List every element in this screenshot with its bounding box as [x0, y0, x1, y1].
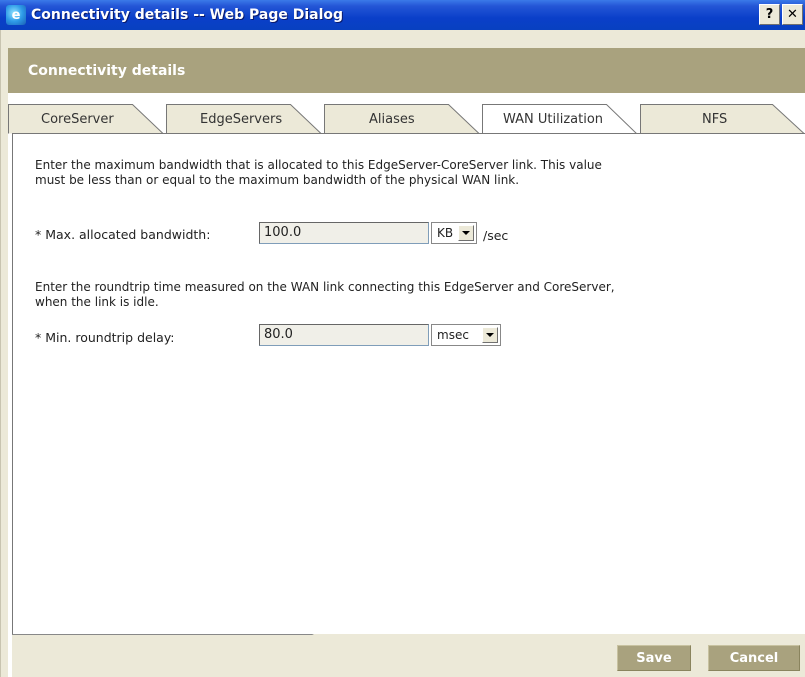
- tab-label: Aliases: [369, 112, 415, 127]
- dialog-header-title: Connectivity details: [28, 62, 186, 79]
- tab-edgeservers[interactable]: EdgeServers: [166, 104, 326, 134]
- bandwidth-input[interactable]: 100.0: [259, 222, 429, 244]
- close-button[interactable]: ✕: [782, 4, 803, 25]
- roundtrip-unit-select[interactable]: msec: [431, 324, 501, 346]
- tab-label: WAN Utilization: [503, 112, 604, 127]
- tab-coreserver[interactable]: CoreServer: [8, 104, 168, 134]
- bandwidth-unit-select[interactable]: KB: [431, 222, 477, 244]
- title-bar: e Connectivity details -- Web Page Dialo…: [0, 0, 805, 30]
- roundtrip-input[interactable]: 80.0: [259, 324, 429, 346]
- bandwidth-label: * Max. allocated bandwidth:: [35, 227, 211, 242]
- tab-aliases[interactable]: Aliases: [324, 104, 484, 134]
- dialog-footer: Save Cancel: [12, 634, 805, 677]
- bandwidth-unit-suffix: /sec: [483, 228, 509, 243]
- tab-wan-utilization[interactable]: WAN Utilization: [482, 104, 652, 134]
- tab-bar: CoreServer EdgeServers Aliases WAN Utili…: [8, 104, 805, 134]
- dialog-header: Connectivity details: [8, 48, 805, 93]
- tab-label: EdgeServers: [200, 112, 283, 127]
- bandwidth-unit-value: KB: [437, 226, 454, 240]
- save-button[interactable]: Save: [617, 645, 691, 671]
- roundtrip-label: * Min. roundtrip delay:: [35, 330, 175, 345]
- roundtrip-unit-value: msec: [437, 328, 469, 342]
- bandwidth-description: Enter the maximum bandwidth that is allo…: [35, 158, 602, 187]
- tab-label: CoreServer: [41, 112, 114, 127]
- chevron-down-icon[interactable]: [458, 225, 474, 241]
- ie-icon: e: [6, 5, 26, 25]
- tab-label: NFS: [702, 112, 728, 127]
- chevron-down-icon[interactable]: [482, 327, 498, 343]
- help-button[interactable]: ?: [759, 4, 780, 25]
- cancel-button[interactable]: Cancel: [708, 645, 800, 671]
- tab-nfs[interactable]: NFS: [640, 104, 805, 134]
- wan-utilization-panel: Enter the maximum bandwidth that is allo…: [12, 133, 805, 649]
- window-title: Connectivity details -- Web Page Dialog: [31, 7, 344, 23]
- roundtrip-description: Enter the roundtrip time measured on the…: [35, 280, 615, 309]
